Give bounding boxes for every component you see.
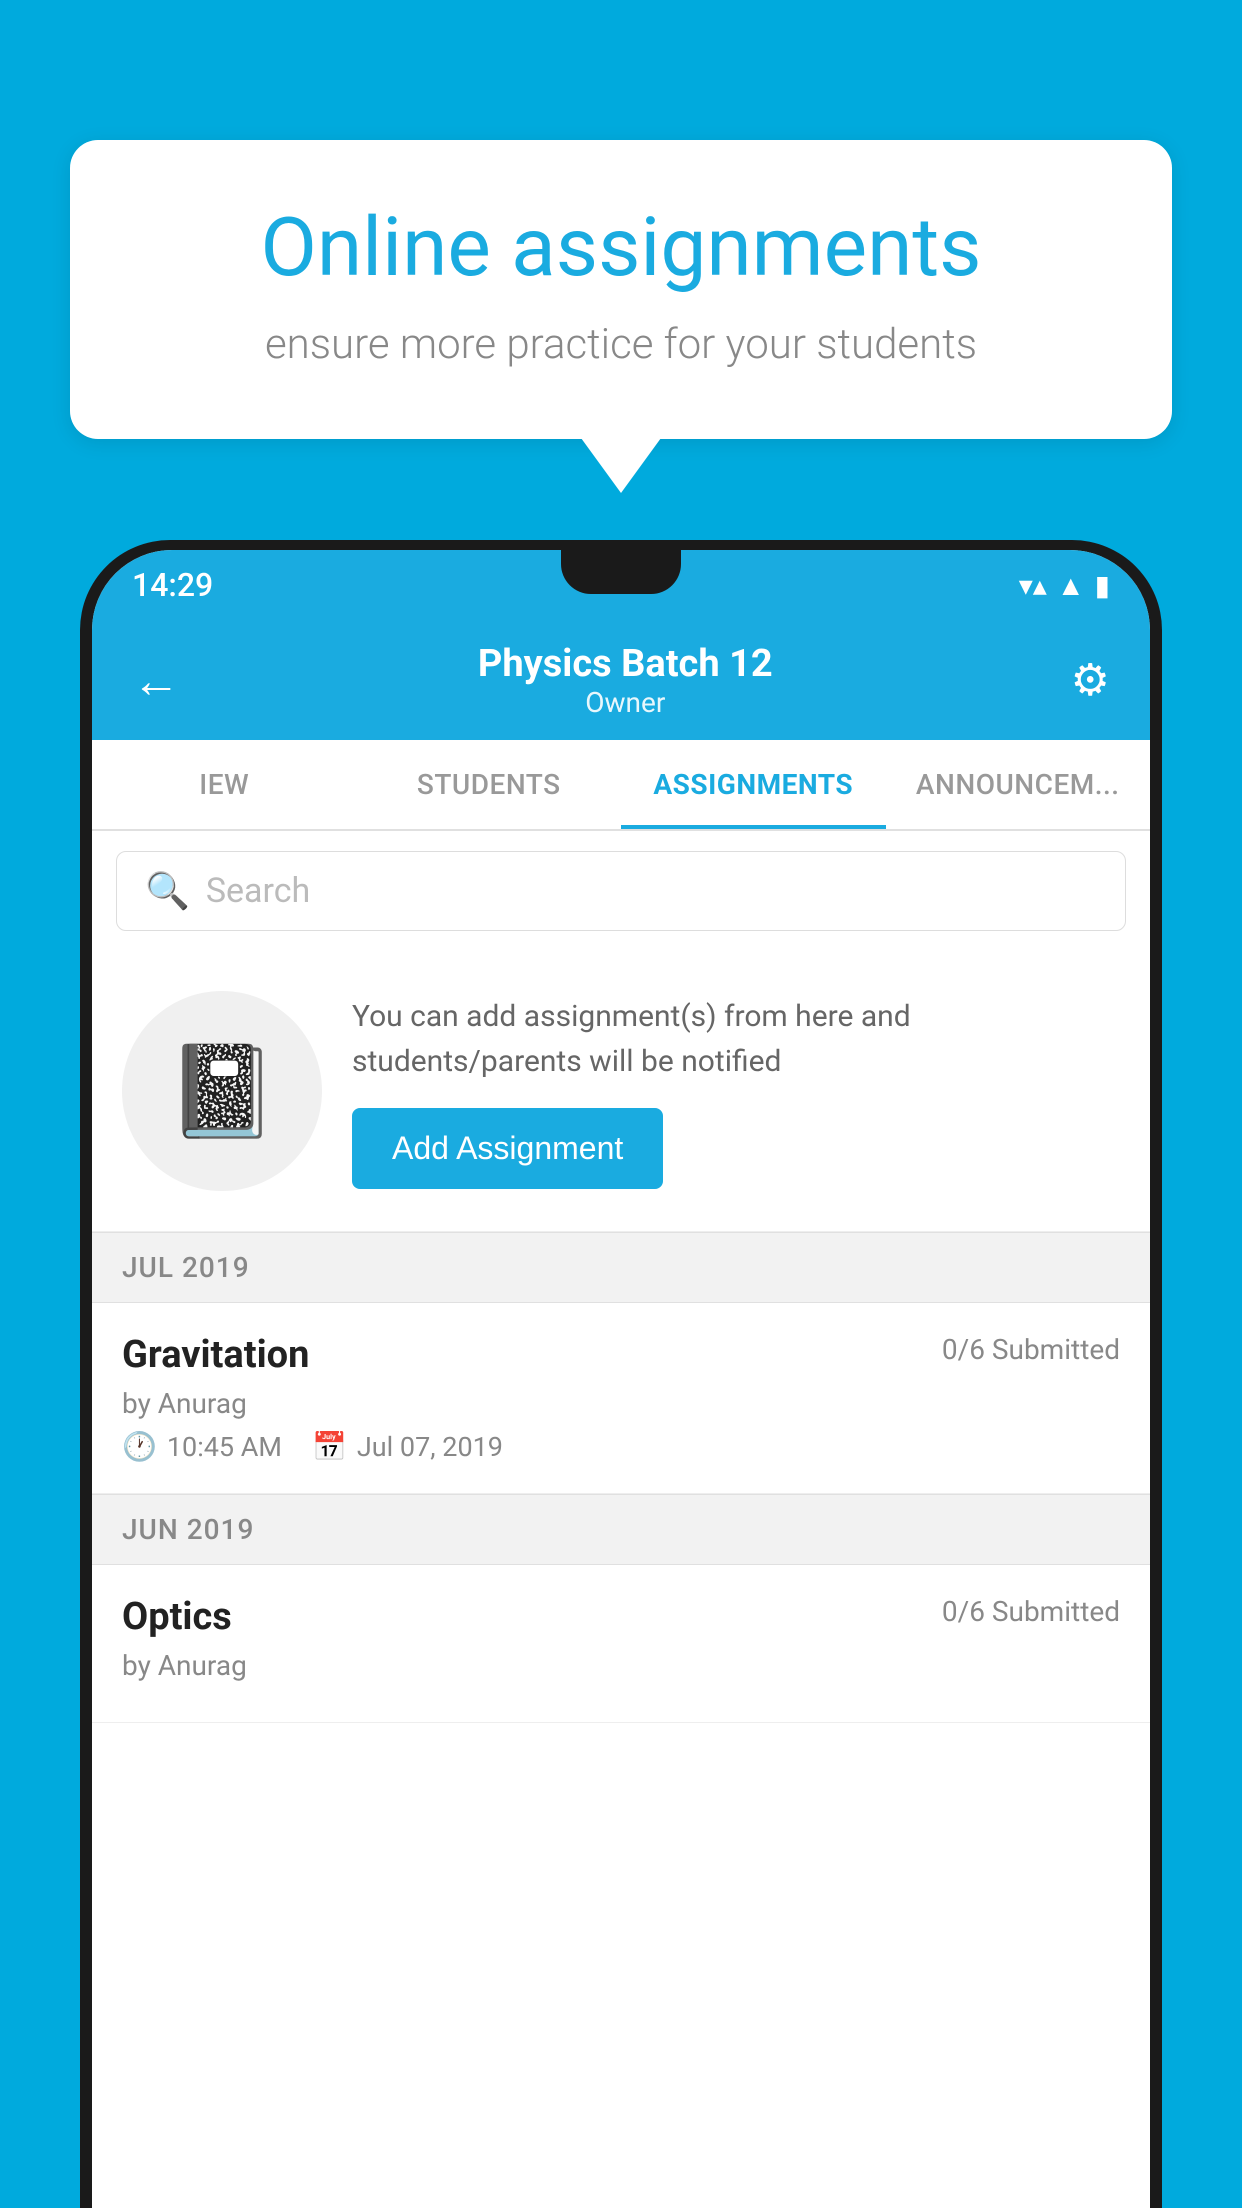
assignment-meta: 🕐 10:45 AM 📅 Jul 07, 2019 (122, 1430, 1120, 1463)
assignment-by: by Anurag (122, 1387, 1120, 1420)
signal-icon: ▲ (1057, 569, 1085, 602)
submitted-badge: 0/6 Submitted (942, 1333, 1120, 1366)
tab-students[interactable]: STUDENTS (357, 740, 622, 829)
search-placeholder: Search (206, 871, 310, 911)
add-assignment-section: 📓 You can add assignment(s) from here an… (92, 951, 1150, 1232)
phone-frame: 14:29 ▾▴ ▲ ▮ ← Physics Batch 12 Owner ⚙ … (80, 540, 1162, 2208)
calendar-icon: 📅 (312, 1430, 347, 1463)
phone-notch (561, 550, 681, 594)
assignment-icon-circle: 📓 (122, 991, 322, 1191)
tabs: IEW STUDENTS ASSIGNMENTS ANNOUNCEM... (92, 740, 1150, 831)
assignment-info: You can add assignment(s) from here and … (352, 994, 1120, 1189)
assignment-title-optics: Optics (122, 1595, 232, 1639)
submitted-badge-optics: 0/6 Submitted (942, 1595, 1120, 1628)
tab-assignments[interactable]: ASSIGNMENTS (621, 740, 886, 829)
speech-bubble-container: Online assignments ensure more practice … (70, 140, 1172, 439)
assignment-date-value: Jul 07, 2019 (357, 1431, 503, 1463)
speech-bubble-subtitle: ensure more practice for your students (150, 320, 1092, 369)
clock-icon: 🕐 (122, 1430, 157, 1463)
search-bar[interactable]: 🔍 Search (116, 851, 1126, 931)
assignment-description: You can add assignment(s) from here and … (352, 994, 1120, 1084)
notebook-icon: 📓 (166, 1039, 278, 1144)
assignment-item-gravitation[interactable]: Gravitation 0/6 Submitted by Anurag 🕐 10… (92, 1303, 1150, 1494)
speech-bubble: Online assignments ensure more practice … (70, 140, 1172, 439)
screen-content: 🔍 Search 📓 You can add assignment(s) fro… (92, 831, 1150, 1723)
month-divider-jun: JUN 2019 (92, 1494, 1150, 1565)
add-assignment-button[interactable]: Add Assignment (352, 1108, 663, 1189)
back-button[interactable]: ← (132, 652, 180, 709)
settings-button[interactable]: ⚙ (1071, 654, 1110, 706)
header-title-block: Physics Batch 12 Owner (478, 642, 773, 719)
search-icon: 🔍 (145, 870, 190, 912)
tab-iew[interactable]: IEW (92, 740, 357, 829)
header-title: Physics Batch 12 (478, 642, 773, 686)
battery-icon: ▮ (1095, 569, 1110, 602)
phone-screen: 14:29 ▾▴ ▲ ▮ ← Physics Batch 12 Owner ⚙ … (92, 550, 1150, 2208)
wifi-icon: ▾▴ (1019, 569, 1047, 602)
tab-announcements[interactable]: ANNOUNCEM... (886, 740, 1151, 829)
assignment-by-optics: by Anurag (122, 1649, 1120, 1682)
status-icons: ▾▴ ▲ ▮ (1019, 569, 1110, 602)
search-container: 🔍 Search (92, 831, 1150, 951)
status-time: 14:29 (132, 566, 213, 604)
assignment-time-value: 10:45 AM (167, 1431, 282, 1463)
assignment-date: 📅 Jul 07, 2019 (312, 1430, 503, 1463)
app-header: ← Physics Batch 12 Owner ⚙ (92, 620, 1150, 740)
assignment-item-optics[interactable]: Optics 0/6 Submitted by Anurag (92, 1565, 1150, 1723)
speech-bubble-title: Online assignments (150, 200, 1092, 296)
month-divider-jul: JUL 2019 (92, 1232, 1150, 1303)
header-subtitle: Owner (478, 686, 773, 719)
assignment-item-header: Gravitation 0/6 Submitted (122, 1333, 1120, 1377)
assignment-title: Gravitation (122, 1333, 309, 1377)
assignment-time: 🕐 10:45 AM (122, 1430, 282, 1463)
assignment-item-header-optics: Optics 0/6 Submitted (122, 1595, 1120, 1639)
